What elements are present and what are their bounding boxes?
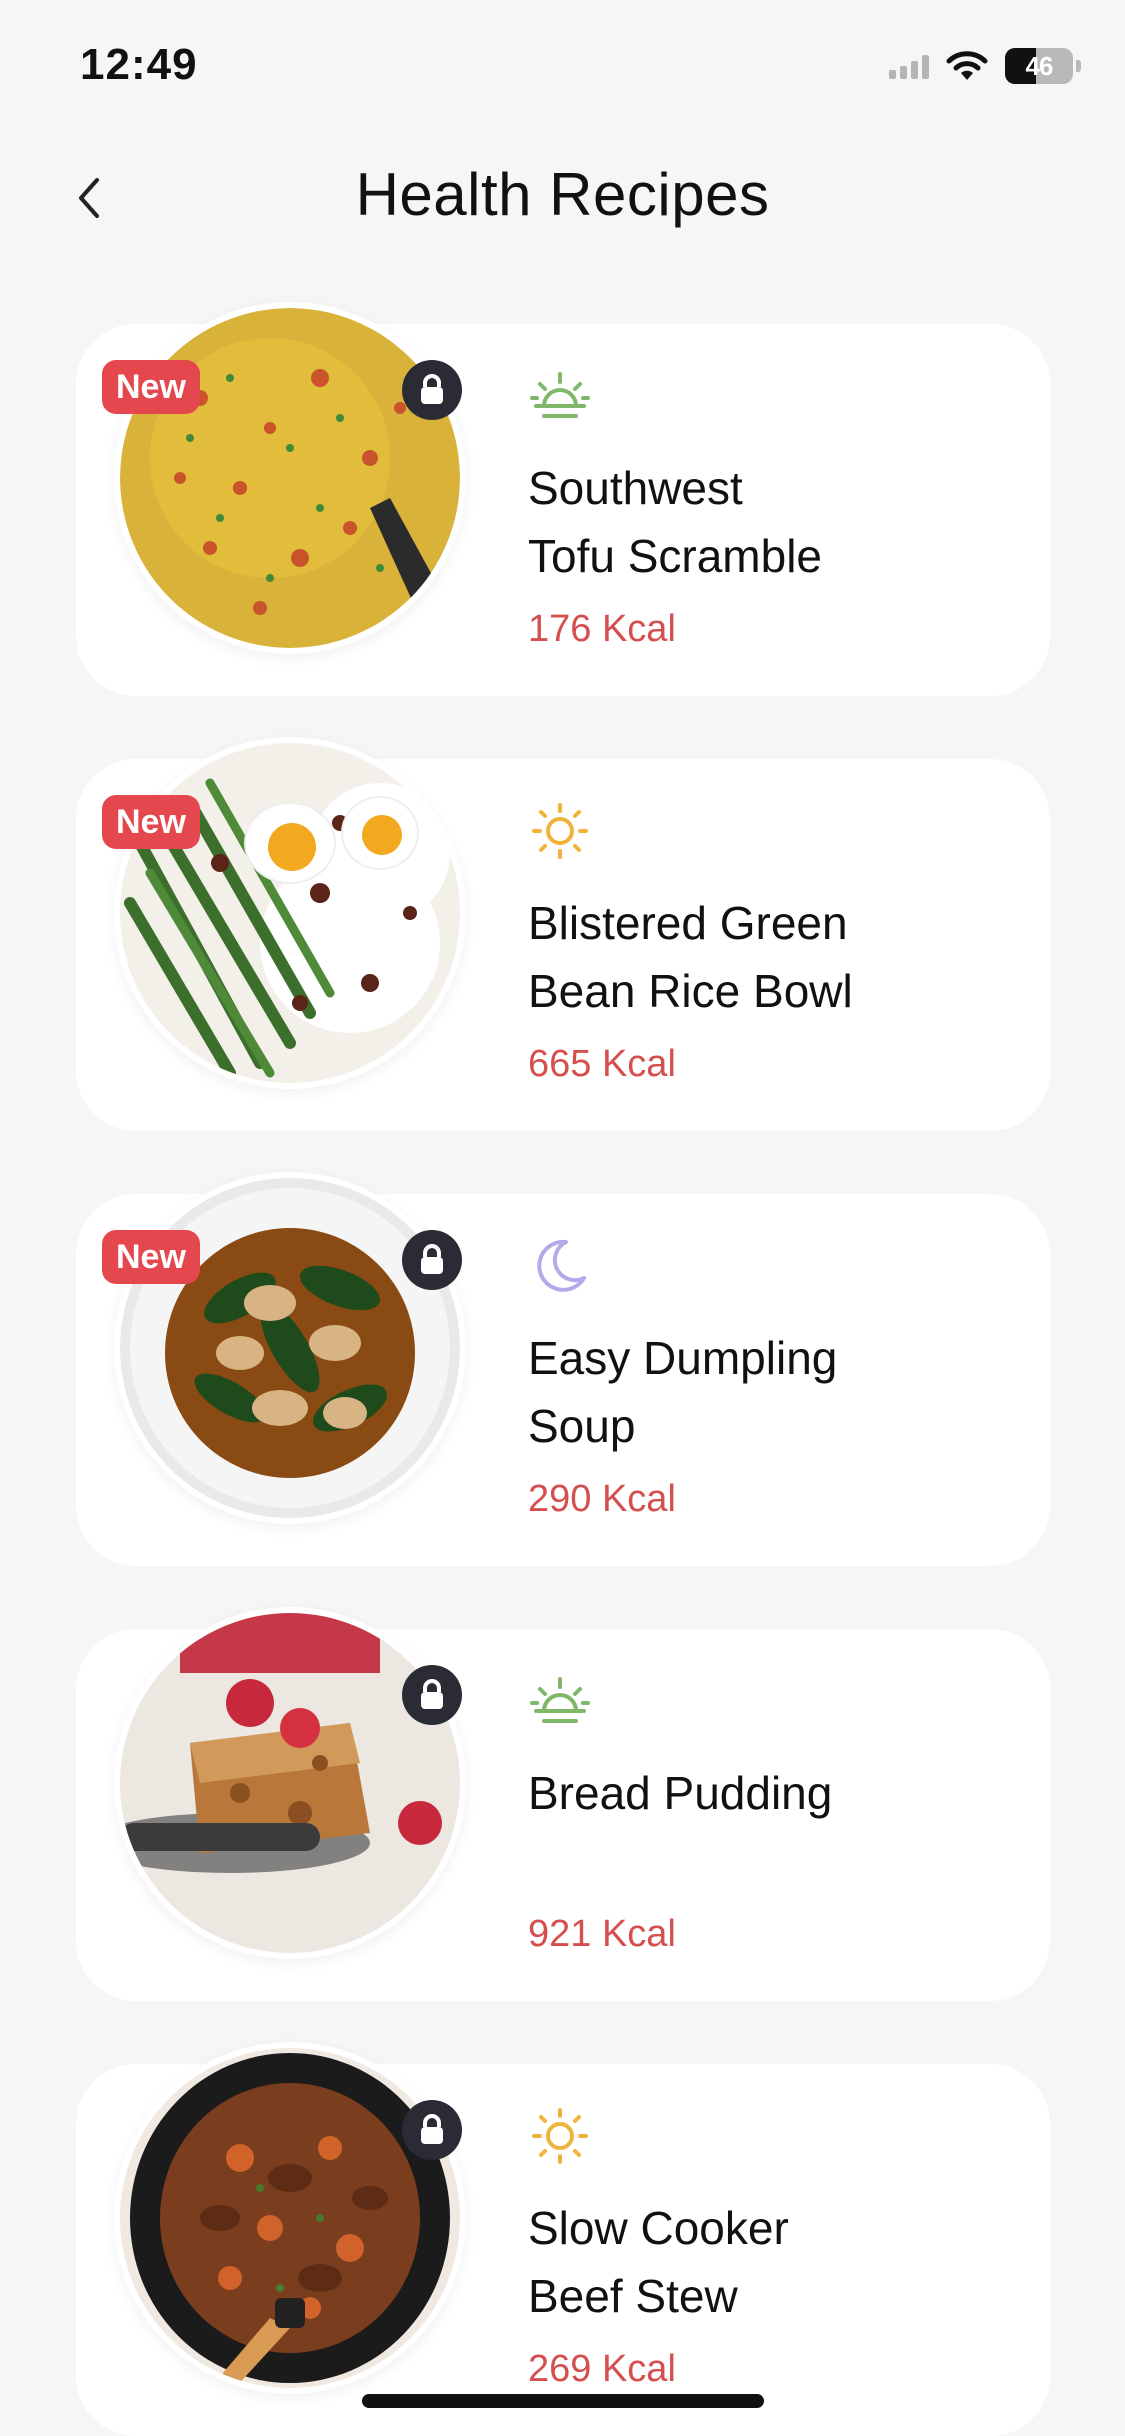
screen: 12:49 46 Health Recipes New Southwest To… [0,0,1125,2436]
lock-icon [402,1230,462,1290]
recipe-calories: 176 Kcal [528,608,676,650]
page-title: Health Recipes [355,161,770,228]
recipe-title: Slow Cooker Beef Stew [528,2202,789,2322]
lock-icon [402,360,462,420]
recipe-calories: 290 Kcal [528,1478,676,1520]
recipe-image [114,737,466,1089]
recipe-title: Easy Dumpling Soup [528,1332,838,1452]
home-indicator[interactable] [362,2394,764,2408]
recipe-card[interactable]: Bread Pudding 921 Kcal [76,1607,1050,2001]
recipe-image [114,1172,466,1524]
new-badge: New [102,360,200,414]
recipe-title: Bread Pudding [528,1767,833,1819]
lock-icon [402,2100,462,2160]
recipe-image [114,1607,466,1959]
lock-icon [402,1665,462,1725]
wifi-icon [946,51,988,80]
battery-level: 46 [1025,50,1054,81]
recipe-title: Southwest Tofu Scramble [528,462,823,582]
moon-icon [537,1239,586,1292]
status-icons: 46 [889,48,1081,84]
recipe-image [114,302,466,654]
recipe-calories: 269 Kcal [528,2348,676,2390]
recipe-title: Blistered Green Bean Rice Bowl [528,897,853,1017]
battery-icon: 46 [1005,48,1081,84]
recipe-calories: 921 Kcal [528,1913,676,1955]
new-badge: New [102,1230,200,1284]
recipe-card[interactable]: Slow Cooker Beef Stew 269 Kcal [76,2042,1050,2436]
recipe-card[interactable]: New Blistered Green Bean Rice Bowl 665 K… [76,737,1050,1131]
cellular-signal-icon [889,53,929,79]
recipe-calories: 665 Kcal [528,1043,676,1085]
sunrise-icon [530,372,590,418]
recipe-card[interactable]: New Easy Dumpling Soup 290 Kcal [76,1172,1050,1566]
sunrise-icon [530,1677,590,1723]
new-badge: New [102,795,200,849]
recipe-card[interactable]: New Southwest Tofu Scramble 176 Kcal [76,302,1050,696]
sun-icon [532,803,588,859]
sun-icon [532,2108,588,2164]
status-time: 12:49 [80,40,198,89]
recipe-image [114,2042,466,2394]
